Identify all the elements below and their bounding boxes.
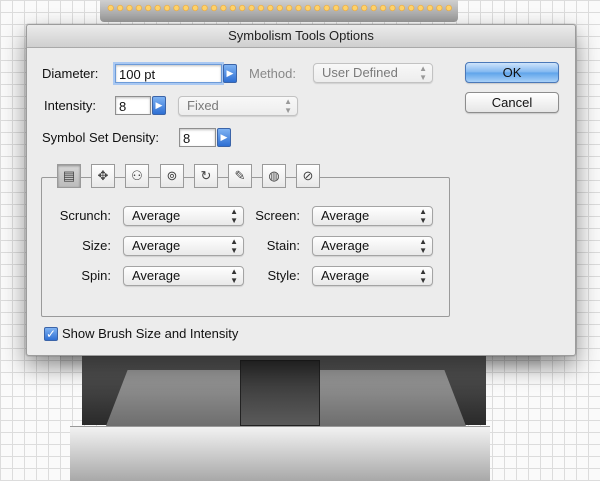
- up-down-arrows-icon: ▲ ▼: [419, 267, 427, 285]
- size-label: Size:: [82, 238, 111, 253]
- intensity-mode-select[interactable]: Fixed ▲ ▼: [178, 96, 298, 116]
- up-down-arrows-icon: ▲ ▼: [419, 207, 427, 225]
- symbol-set-density-arrow-button[interactable]: ▶: [217, 128, 231, 147]
- symbol-stainer-icon[interactable]: ✎: [228, 164, 252, 188]
- background-base: [70, 426, 490, 481]
- style-value: Average: [321, 268, 370, 283]
- symbol-sizer-icon[interactable]: ⊚: [160, 164, 184, 188]
- size-select[interactable]: Average ▲ ▼: [123, 236, 244, 256]
- spin-label: Spin:: [81, 268, 111, 283]
- scrunch-value: Average: [132, 208, 181, 223]
- background-lights: [106, 4, 452, 12]
- up-down-arrows-icon: ▲ ▼: [419, 64, 427, 82]
- symbol-spinner-icon[interactable]: ↻: [194, 164, 218, 188]
- spin-value: Average: [132, 268, 181, 283]
- ok-button[interactable]: OK: [465, 62, 559, 83]
- up-down-arrows-icon: ▲ ▼: [230, 267, 238, 285]
- intensity-label: Intensity:: [44, 98, 97, 113]
- symbol-set-density-label: Symbol Set Density:: [42, 130, 160, 145]
- scrunch-label: Scrunch:: [59, 208, 111, 223]
- up-down-arrows-icon: ▲ ▼: [230, 207, 238, 225]
- symbol-screener-icon[interactable]: ◍: [262, 164, 286, 188]
- screen-select[interactable]: Average ▲ ▼: [312, 206, 433, 226]
- up-down-arrows-icon: ▲ ▼: [230, 237, 238, 255]
- diameter-label: Diameter:: [42, 66, 99, 81]
- intensity-arrow-button[interactable]: ▶: [152, 96, 166, 115]
- symbol-styler-icon[interactable]: ⊘: [296, 164, 320, 188]
- stain-select[interactable]: Average ▲ ▼: [312, 236, 433, 256]
- symbol-shifter-icon[interactable]: ✥: [91, 164, 115, 188]
- size-value: Average: [132, 238, 181, 253]
- method-label: Method:: [249, 66, 296, 81]
- intensity-mode-value: Fixed: [187, 98, 219, 113]
- spin-select[interactable]: Average ▲ ▼: [123, 266, 244, 286]
- method-select[interactable]: User Defined ▲ ▼: [313, 63, 433, 83]
- diameter-arrow-button[interactable]: ▶: [223, 64, 237, 83]
- symbol-set-density-input[interactable]: 8: [179, 128, 216, 147]
- style-select[interactable]: Average ▲ ▼: [312, 266, 433, 286]
- dialog-title[interactable]: Symbolism Tools Options: [27, 25, 575, 48]
- scrunch-select[interactable]: Average ▲ ▼: [123, 206, 244, 226]
- symbolism-tools-options-dialog: Symbolism Tools Options Diameter: 100 pt…: [26, 24, 576, 356]
- show-brush-size-checkbox[interactable]: ✓: [44, 327, 58, 341]
- screen-label: Screen:: [255, 208, 300, 223]
- symbol-scruncher-icon[interactable]: ⚇: [125, 164, 149, 188]
- symbol-sprayer-icon[interactable]: ▤: [57, 164, 81, 188]
- background-slot: [240, 360, 320, 426]
- show-brush-size-label[interactable]: Show Brush Size and Intensity: [62, 326, 238, 341]
- method-value: User Defined: [322, 65, 398, 80]
- screen-value: Average: [321, 208, 370, 223]
- up-down-arrows-icon: ▲ ▼: [419, 237, 427, 255]
- stain-label: Stain:: [266, 238, 300, 253]
- diameter-input[interactable]: 100 pt: [115, 64, 222, 83]
- style-label: Style:: [267, 268, 300, 283]
- cancel-button[interactable]: Cancel: [465, 92, 559, 113]
- intensity-input[interactable]: 8: [115, 96, 151, 115]
- stain-value: Average: [321, 238, 370, 253]
- up-down-arrows-icon: ▲ ▼: [284, 97, 292, 115]
